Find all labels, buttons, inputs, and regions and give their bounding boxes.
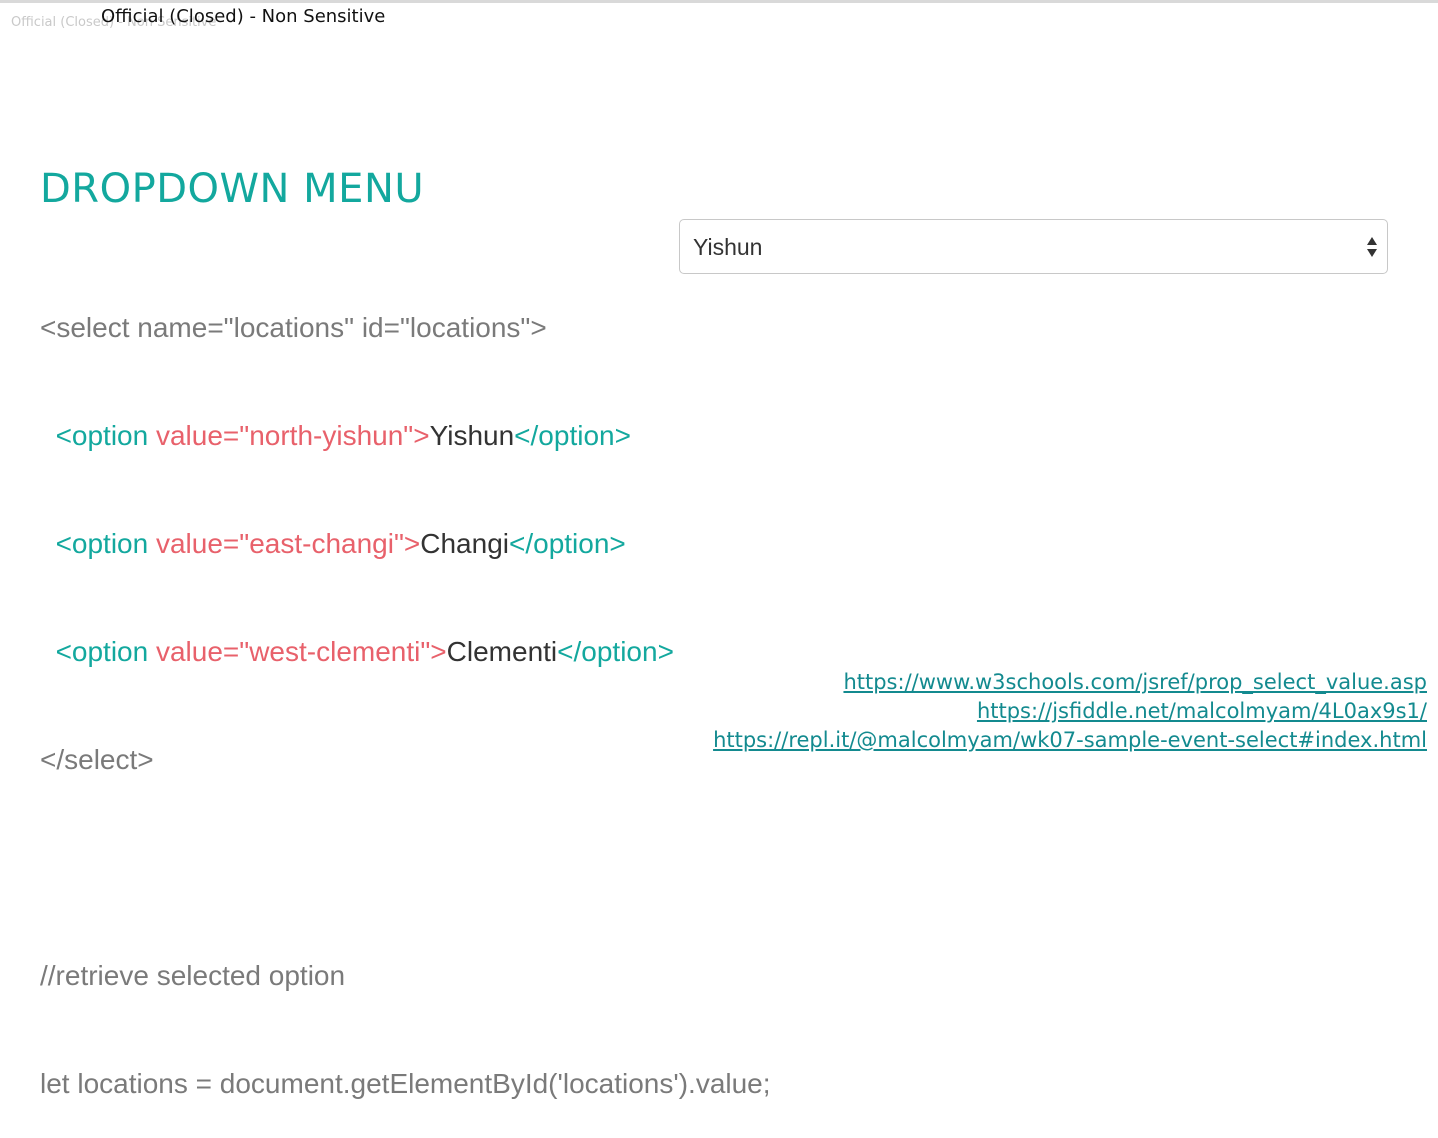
code-option-open-tag: <option <box>55 636 149 667</box>
link-w3schools[interactable]: https://www.w3schools.com/jsref/prop_sel… <box>713 668 1427 697</box>
code-option-line: <option value="east-changi">Changi</opti… <box>40 526 771 562</box>
code-option-text: Yishun <box>429 420 515 451</box>
link-replit[interactable]: https://repl.it/@malcolmyam/wk07-sample-… <box>713 726 1427 755</box>
code-option-attribute: value="east-changi"> <box>148 528 421 559</box>
code-block: <select name="locations" id="locations">… <box>40 238 771 1138</box>
code-option-text: Changi <box>420 528 509 559</box>
code-comment: //retrieve selected option <box>40 960 346 991</box>
code-select-close: </select> <box>40 744 154 775</box>
code-option-line: <option value="west-clementi">Clementi</… <box>40 634 771 670</box>
code-option-line: <option value="north-yishun">Yishun</opt… <box>40 418 771 454</box>
code-option-open-tag: <option <box>55 528 149 559</box>
code-option-text: Clementi <box>446 636 558 667</box>
code-option-close-tag: </option> <box>514 420 631 451</box>
classification-label: Official (Closed) - Non Sensitive <box>101 6 386 27</box>
code-option-close-tag: </option> <box>509 528 626 559</box>
code-option-attribute: value="north-yishun"> <box>148 420 430 451</box>
dropdown-selected-value: Yishun <box>693 234 763 260</box>
code-select-open: <select name="locations" id="locations"> <box>40 312 547 343</box>
top-rule <box>0 0 1438 3</box>
code-option-open-tag: <option <box>55 420 149 451</box>
code-js-line: let locations = document.getElementById(… <box>40 1068 771 1099</box>
code-option-attribute: value="west-clementi"> <box>148 636 447 667</box>
locations-dropdown[interactable]: Yishun <box>679 219 1388 274</box>
slide-title: DROPDOWN MENU <box>40 166 425 212</box>
chevron-up-down-icon <box>1367 237 1377 257</box>
code-option-close-tag: </option> <box>557 636 674 667</box>
reference-links: https://www.w3schools.com/jsref/prop_sel… <box>713 668 1427 755</box>
link-jsfiddle[interactable]: https://jsfiddle.net/malcolmyam/4L0ax9s1… <box>713 697 1427 726</box>
